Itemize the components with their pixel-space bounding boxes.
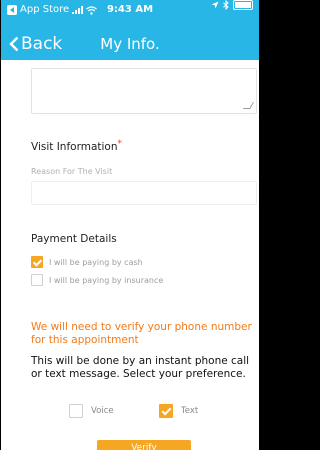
payment-option-cash[interactable]: I will be paying by cash xyxy=(31,256,143,268)
battery-icon xyxy=(233,0,253,10)
voice-option[interactable]: Voice xyxy=(69,404,114,418)
notes-textarea[interactable] xyxy=(31,68,257,114)
cash-checkbox[interactable] xyxy=(31,256,43,268)
resize-handle-icon[interactable] xyxy=(242,102,255,109)
nav-bar: App Store 9:43 AM Back My Info. xyxy=(1,0,259,60)
text-label: Text xyxy=(181,406,199,416)
voice-label: Voice xyxy=(91,406,114,416)
reason-input[interactable] xyxy=(31,181,257,205)
status-bar: App Store 9:43 AM xyxy=(1,0,259,20)
reason-label: Reason For The Visit xyxy=(31,167,113,176)
voice-checkbox[interactable] xyxy=(69,404,83,418)
visit-info-heading: Visit Information* xyxy=(31,139,123,153)
verify-notice: We will need to verify your phone number… xyxy=(31,321,252,346)
verify-description: This will be done by an instant phone ca… xyxy=(31,355,250,380)
required-marker: * xyxy=(117,139,123,149)
text-option[interactable]: Text xyxy=(159,404,198,418)
insurance-checkbox[interactable] xyxy=(31,274,43,286)
bluetooth-icon xyxy=(223,0,229,10)
payment-option-insurance[interactable]: I will be paying by insurance xyxy=(31,274,163,286)
verify-button[interactable]: Verify xyxy=(97,440,191,450)
status-right xyxy=(211,0,253,10)
payment-details-heading: Payment Details xyxy=(31,233,117,245)
visit-info-title: Visit Information xyxy=(31,141,118,153)
page-title: My Info. xyxy=(100,35,160,53)
insurance-label: I will be paying by insurance xyxy=(49,275,164,285)
text-checkbox[interactable] xyxy=(159,404,173,418)
screen: App Store 9:43 AM Back My Info. Visit In… xyxy=(0,0,260,450)
cash-label: I will be paying by cash xyxy=(49,257,143,267)
location-icon xyxy=(211,1,219,9)
